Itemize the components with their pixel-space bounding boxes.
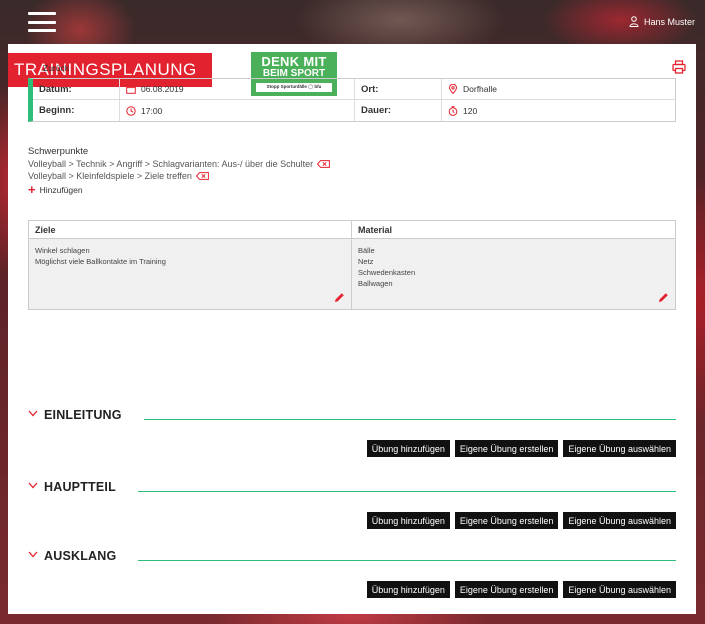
datum-value-cell[interactable]: 06.08.2019 (120, 79, 355, 100)
ziele-list: Winkel schlagen Möglichst viele Ballkont… (29, 239, 351, 273)
remove-tag-icon[interactable] (317, 160, 331, 168)
list-item: Ballwagen (358, 279, 393, 288)
list-item: Netz (358, 257, 374, 266)
section-title: AUSKLANG (44, 549, 117, 563)
beginn-label-cell: Beginn: (33, 100, 120, 121)
list-item: Winkel schlagen (35, 246, 90, 255)
datum-label-cell: Datum: (33, 79, 120, 100)
section-hauptteil: HAUPTTEIL Übung hinzufügen Eigene Übung … (28, 474, 676, 529)
clock-icon (126, 105, 136, 116)
dauer-label-cell: Dauer: (355, 100, 442, 121)
add-exercise-button[interactable]: Übung hinzufügen (366, 581, 450, 598)
dauer-value-cell[interactable]: 120 (442, 100, 675, 121)
section-buttons: Übung hinzufügen Eigene Übung erstellen … (28, 440, 676, 457)
section-divider (137, 490, 676, 492)
section-buttons: Übung hinzufügen Eigene Übung erstellen … (28, 581, 676, 598)
section-divider (138, 559, 676, 561)
list-item: Bälle (358, 246, 375, 255)
create-own-exercise-button[interactable]: Eigene Übung erstellen (454, 581, 559, 598)
schwerpunkte-section: Schwerpunkte Volleyball > Technik > Angr… (28, 146, 331, 196)
print-icon[interactable] (672, 60, 686, 74)
schwerpunkt-item: Volleyball > Technik > Angriff > Schlagv… (28, 158, 331, 170)
user-name: Hans Muster (643, 16, 695, 27)
calendar-icon (126, 84, 136, 94)
select-own-exercise-button[interactable]: Eigene Übung auswählen (563, 581, 676, 598)
ort-value-cell[interactable]: Dorfhalle (442, 79, 675, 100)
edit-material-pencil-icon[interactable] (658, 292, 669, 303)
stopwatch-icon (448, 105, 458, 116)
section-title: HAUPTTEIL (44, 480, 116, 494)
ziele-box: Ziele Winkel schlagen Möglichst viele Ba… (29, 221, 352, 309)
schwerpunkt-item: Volleyball > Kleinfeldspiele > Ziele tre… (28, 170, 330, 182)
material-list: Bälle Netz Schwedenkasten Ballwagen (352, 239, 675, 295)
section-header[interactable]: AUSKLANG (28, 543, 676, 563)
section-header[interactable]: EINLEITUNG (28, 402, 676, 422)
section-divider (143, 418, 676, 420)
user-icon (629, 16, 639, 27)
location-pin-icon (448, 84, 458, 94)
arrow-left-icon: ← (28, 61, 39, 73)
section-buttons: Übung hinzufügen Eigene Übung erstellen … (28, 512, 676, 529)
material-header: Material (352, 221, 675, 239)
list-item: Schwedenkasten (358, 268, 416, 277)
select-own-exercise-button[interactable]: Eigene Übung auswählen (563, 440, 676, 457)
section-title: EINLEITUNG (44, 408, 122, 422)
ziele-header: Ziele (29, 221, 351, 239)
ort-label-cell: Ort: (355, 79, 442, 100)
plus-icon: + (28, 182, 36, 197)
select-own-exercise-button[interactable]: Eigene Übung auswählen (563, 512, 676, 529)
ziele-material-panel: Ziele Winkel schlagen Möglichst viele Ba… (28, 220, 676, 310)
beginn-value-cell[interactable]: 17:00 (120, 100, 355, 121)
list-item: Möglichst viele Ballkontakte im Training (35, 257, 166, 266)
remove-tag-icon[interactable] (195, 172, 209, 180)
chevron-down-icon (28, 410, 38, 417)
section-header[interactable]: HAUPTTEIL (28, 474, 676, 494)
chevron-down-icon (28, 551, 38, 558)
add-exercise-button[interactable]: Übung hinzufügen (366, 440, 450, 457)
top-bar: Hans Muster (0, 0, 705, 44)
back-link[interactable]: ← Zurück (28, 62, 69, 73)
user-menu[interactable]: Hans Muster (629, 16, 695, 27)
add-exercise-button[interactable]: Übung hinzufügen (366, 512, 450, 529)
chevron-down-icon (28, 482, 38, 489)
section-ausklang: AUSKLANG Übung hinzufügen Eigene Übung e… (28, 543, 676, 598)
training-info-table: Datum: 06.08.2019 Ort: Dorfhalle Beginn:… (28, 78, 676, 122)
add-schwerpunkt-button[interactable]: + Hinzufügen (28, 183, 330, 196)
create-own-exercise-button[interactable]: Eigene Übung erstellen (454, 512, 559, 529)
material-box: Material Bälle Netz Schwedenkasten Ballw… (352, 221, 675, 309)
edit-ziele-pencil-icon[interactable] (334, 292, 345, 303)
section-einleitung: EINLEITUNG Übung hinzufügen Eigene Übung… (28, 402, 676, 457)
hamburger-menu-icon[interactable] (28, 12, 56, 32)
create-own-exercise-button[interactable]: Eigene Übung erstellen (454, 440, 559, 457)
schwerpunkte-title: Schwerpunkte (28, 146, 89, 157)
